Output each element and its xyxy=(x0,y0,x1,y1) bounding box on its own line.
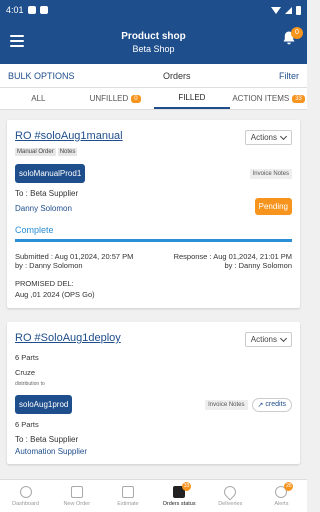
actions-label: Actions xyxy=(250,133,277,142)
progress-fill xyxy=(15,239,292,242)
promised-label: PROMISED DEL: xyxy=(15,279,74,288)
status-badge: Pending xyxy=(254,198,292,215)
status-time: 4:01 xyxy=(6,5,24,15)
bottom-nav: Dashboard New Order Estimate 33 Orders st… xyxy=(0,479,307,512)
parts-count: 6 Parts xyxy=(15,353,39,362)
vehicle-model: Cruze xyxy=(15,368,36,377)
order-card: RO #SoloAug1deploy Actions 6 Parts Cruze… xyxy=(7,322,300,464)
filter-button[interactable]: Filter xyxy=(279,71,299,81)
nav-label: Orders status xyxy=(162,500,196,507)
nav-alerts[interactable]: 26 Alerts xyxy=(256,480,307,512)
order-card: RO #soloAug1manual Actions Manual Order … xyxy=(7,120,300,308)
tab-label: ALL xyxy=(31,94,46,103)
app-subtitle: Beta Shop xyxy=(132,43,175,54)
tab-filled[interactable]: FILLED xyxy=(153,88,231,109)
tab-label: UNFILLED xyxy=(89,94,129,103)
parts-count: 6 Parts xyxy=(15,420,39,429)
order-tabs: ALL UNFILLED 0 FILLED ACTION ITEMS 33 xyxy=(0,88,307,110)
order-title-link[interactable]: RO #soloAug1manual xyxy=(15,130,123,142)
tab-label: FILLED xyxy=(178,93,206,102)
tab-count: 0 xyxy=(131,94,141,103)
estimate-icon xyxy=(121,485,134,498)
tab-count: 33 xyxy=(292,94,305,103)
supplier-contact-link[interactable]: Danny Solomon xyxy=(15,204,72,213)
new-order-icon xyxy=(70,485,83,498)
chevron-down-icon xyxy=(279,334,288,342)
nav-label: Dashboard xyxy=(12,500,40,507)
menu-icon[interactable] xyxy=(10,35,24,47)
nav-label: Alerts xyxy=(274,500,289,507)
battery-icon xyxy=(296,5,301,15)
bell-icon[interactable]: 0 xyxy=(281,27,303,50)
manual-order-tag: Manual Order xyxy=(15,148,56,156)
credits-label: credits xyxy=(265,401,286,408)
supplier-contact-link[interactable]: Automation Supplier xyxy=(15,447,292,456)
bulk-options-button[interactable]: BULK OPTIONS xyxy=(8,71,75,81)
dashboard-icon xyxy=(19,485,32,498)
distribution-note: distribution to xyxy=(15,381,45,387)
sub-bar: BULK OPTIONS Orders Filter xyxy=(0,64,307,88)
nav-estimate[interactable]: Estimate xyxy=(102,480,153,512)
product-button[interactable]: soloAug1prod xyxy=(15,395,73,414)
response-by: by : Danny Solomon xyxy=(224,261,292,270)
submitted-date: Submitted : Aug 01,2024, 20:57 PM xyxy=(15,252,134,261)
nav-badge: 33 xyxy=(182,482,192,491)
nav-dashboard[interactable]: Dashboard xyxy=(0,480,51,512)
app-bar: Product shop Beta Shop 0 xyxy=(0,20,307,64)
tab-label: ACTION ITEMS xyxy=(232,94,290,103)
response-date: Response : Aug 01,2024, 21:01 PM xyxy=(173,252,292,261)
app-title: Product shop xyxy=(121,30,186,42)
order-progress-bar xyxy=(15,239,292,242)
nav-orders-status[interactable]: 33 Orders status xyxy=(154,480,205,512)
orders-list[interactable]: RO #soloAug1manual Actions Manual Order … xyxy=(0,110,307,479)
supplier-to: To : Beta Supplier xyxy=(15,435,79,444)
product-button[interactable]: soloManualProd1 xyxy=(15,164,86,183)
signal-icon xyxy=(285,6,292,14)
nav-deliveries[interactable]: Deliveries xyxy=(205,480,256,512)
actions-dropdown[interactable]: Actions xyxy=(244,130,292,145)
status-bar: 4:01 xyxy=(0,0,307,20)
actions-dropdown[interactable]: Actions xyxy=(244,332,292,347)
stage-label: Complete xyxy=(15,225,54,235)
submitted-by: by : Danny Solomon xyxy=(15,261,83,270)
notes-tag[interactable]: Notes xyxy=(57,148,78,156)
promised-value: Aug ,01 2024 (OPS Go) xyxy=(15,290,95,299)
orders-heading: Orders xyxy=(163,70,191,81)
actions-label: Actions xyxy=(250,335,277,344)
tab-action-items[interactable]: ACTION ITEMS 33 xyxy=(230,88,307,109)
tab-unfilled[interactable]: UNFILLED 0 xyxy=(77,88,154,109)
location-pin-icon xyxy=(221,483,239,500)
supplier-to: To : Beta Supplier xyxy=(15,189,79,198)
nav-label: Deliveries xyxy=(218,500,243,507)
credits-button[interactable]: ↗ credits xyxy=(251,397,292,412)
tab-all[interactable]: ALL xyxy=(0,88,77,109)
nav-badge: 26 xyxy=(284,482,294,491)
invoice-notes-button[interactable]: Invoice Notes xyxy=(249,168,292,179)
share-arrow-icon: ↗ xyxy=(257,401,264,409)
notification-status-icon xyxy=(27,6,36,14)
invoice-notes-button[interactable]: Invoice Notes xyxy=(205,399,248,410)
order-title-link[interactable]: RO #SoloAug1deploy xyxy=(15,332,121,344)
nav-label: New Order xyxy=(63,500,91,507)
app-status-icon xyxy=(39,6,48,14)
notification-badge: 0 xyxy=(291,27,303,39)
chevron-down-icon xyxy=(279,132,288,140)
wifi-icon xyxy=(271,6,281,14)
nav-label: Estimate xyxy=(117,500,139,507)
nav-new-order[interactable]: New Order xyxy=(51,480,102,512)
